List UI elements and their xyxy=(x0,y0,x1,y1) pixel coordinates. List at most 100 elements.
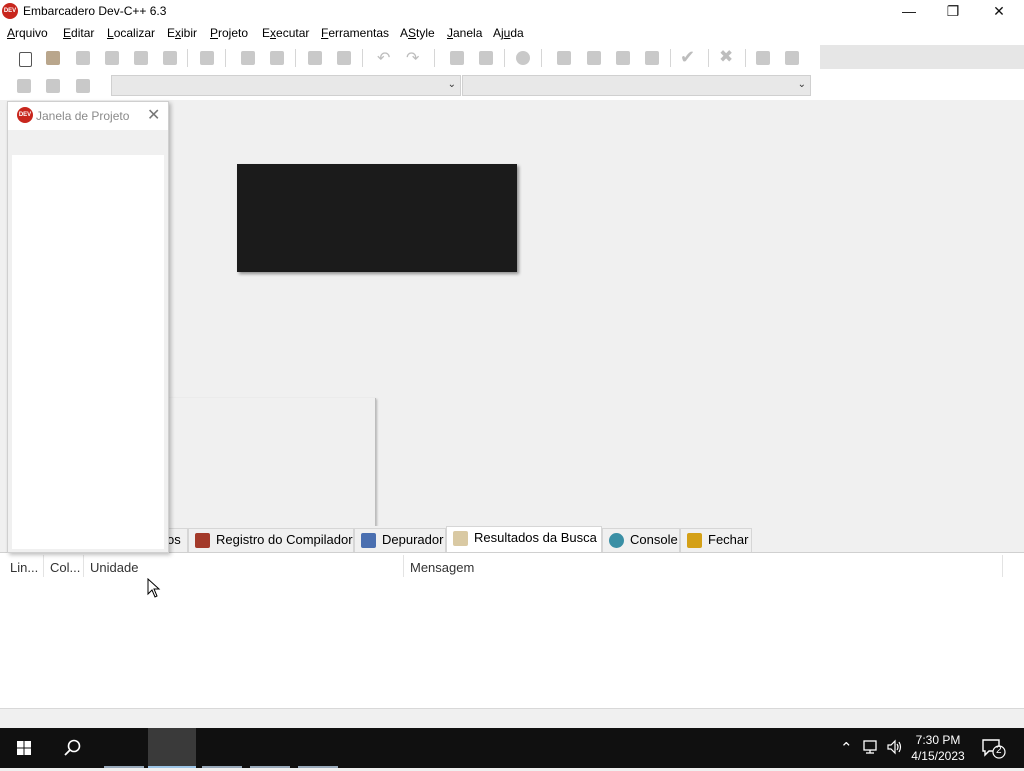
toolbar-separator xyxy=(745,49,746,67)
notification-icon xyxy=(982,739,1006,759)
search-icon xyxy=(64,739,81,756)
taskbar-app-devcpp[interactable] xyxy=(148,728,196,768)
close-all-icon[interactable] xyxy=(163,51,177,65)
save-icon[interactable] xyxy=(76,51,90,65)
column-divider[interactable] xyxy=(1002,555,1003,577)
show-hidden-icons-chevron-icon[interactable]: ⌃ xyxy=(840,739,853,757)
project-window-tabstrip xyxy=(8,130,168,154)
taskbar-app-4[interactable] xyxy=(246,728,294,768)
member-combobox[interactable]: ⌄ xyxy=(462,75,811,96)
minimize-button[interactable]: — xyxy=(886,0,932,22)
mouse-cursor-icon xyxy=(147,578,161,598)
tab-debugger[interactable]: Depurador xyxy=(354,528,446,552)
close-file-icon[interactable] xyxy=(134,51,148,65)
menu-janela[interactable]: Janela xyxy=(447,26,482,40)
window-title: Embarcadero Dev-C++ 6.3 xyxy=(23,4,167,18)
column-header-line[interactable]: Lin... xyxy=(10,560,38,575)
save-all-icon[interactable] xyxy=(105,51,119,65)
chevron-down-icon: ⌄ xyxy=(797,79,806,90)
secondary-toolbar: ⌄ ⌄ xyxy=(0,72,1024,100)
project-window[interactable]: DEV C++ Janela de Projeto ✕ xyxy=(7,101,169,553)
dev-cpp-app-icon[interactable]: DEV C++ xyxy=(2,3,18,30)
open-file-icon[interactable] xyxy=(46,51,60,65)
menu-ajuda[interactable]: Ajuda xyxy=(493,26,524,40)
menu-executar[interactable]: Executar xyxy=(262,26,309,40)
column-divider[interactable] xyxy=(83,555,84,577)
debug-icon[interactable] xyxy=(756,51,770,65)
debugger-icon xyxy=(361,533,376,548)
find-icon[interactable] xyxy=(450,51,464,65)
toolbar-separator xyxy=(434,49,435,67)
rebuild-icon[interactable] xyxy=(645,51,659,65)
column-divider[interactable] xyxy=(403,555,404,577)
syntax-check-icon[interactable]: ✔ xyxy=(680,47,695,68)
notification-center-button[interactable]: 2 xyxy=(980,736,1006,760)
project-window-header[interactable]: DEV C++ Janela de Projeto ✕ xyxy=(8,102,168,134)
search-results-list[interactable]: Lin... Col... Unidade Mensagem xyxy=(0,552,1024,708)
indent-icon[interactable] xyxy=(308,51,322,65)
close-panel-icon xyxy=(687,533,702,548)
close-icon[interactable]: ✕ xyxy=(147,105,160,125)
taskbar-app-3[interactable] xyxy=(198,728,246,768)
redo-icon[interactable]: ↷ xyxy=(406,48,419,68)
status-bar xyxy=(0,708,1024,729)
back-icon[interactable] xyxy=(46,79,60,93)
menu-ferramentas[interactable]: Ferramentas xyxy=(321,26,389,40)
profile-icon[interactable] xyxy=(785,51,799,65)
windows-logo-icon xyxy=(17,741,31,755)
column-header-col[interactable]: Col... xyxy=(50,560,80,575)
close-button[interactable]: ✕ xyxy=(976,0,1022,22)
toolbar-separator xyxy=(504,49,505,67)
restore-button[interactable]: ❐ xyxy=(930,0,976,22)
title-bar[interactable]: DEV C++ Embarcadero Dev-C++ 6.3 — ❐ ✕ xyxy=(0,0,1024,30)
compile-icon[interactable] xyxy=(557,51,571,65)
toolbar-separator xyxy=(362,49,363,67)
taskbar-app-5[interactable] xyxy=(294,728,342,768)
toolbar-separator xyxy=(541,49,542,67)
forward-icon[interactable] xyxy=(76,79,90,93)
menu-bar: Arquivo Editar Localizar Exibir Projeto … xyxy=(0,22,1024,44)
goto-line-icon[interactable] xyxy=(516,51,530,65)
menu-exibir[interactable]: Exibir xyxy=(167,26,197,40)
menu-editar[interactable]: Editar xyxy=(63,26,94,40)
undo-icon[interactable]: ↶ xyxy=(377,48,390,68)
replace-icon[interactable] xyxy=(479,51,493,65)
tab-search-results[interactable]: Resultados da Busca xyxy=(446,526,602,552)
dark-overlay-window xyxy=(237,164,517,272)
tab-close-panel[interactable]: Fechar xyxy=(680,528,752,552)
taskbar-app-1[interactable] xyxy=(100,728,148,768)
column-header-message[interactable]: Mensagem xyxy=(410,560,474,575)
print-icon[interactable] xyxy=(200,51,214,65)
start-button[interactable] xyxy=(0,728,48,768)
volume-icon[interactable] xyxy=(886,739,904,759)
network-icon[interactable] xyxy=(862,739,880,759)
menu-projeto[interactable]: Projeto xyxy=(210,26,248,40)
bookmark-icon[interactable] xyxy=(241,51,255,65)
tab-compiler-log[interactable]: Registro do Compilador xyxy=(188,528,354,552)
column-header-unit[interactable]: Unidade xyxy=(90,560,138,575)
menu-localizar[interactable]: Localizar xyxy=(107,26,155,40)
windows-taskbar: ⌃ 7:30 PM 4/15/2023 2 xyxy=(0,728,1024,768)
search-results-icon xyxy=(453,531,468,546)
project-tree[interactable] xyxy=(12,155,164,549)
chevron-down-icon: ⌄ xyxy=(447,79,456,90)
bookmark-next-icon[interactable] xyxy=(270,51,284,65)
toolbar-separator xyxy=(187,49,188,67)
project-window-title: Janela de Projeto xyxy=(36,109,130,123)
new-file-icon[interactable] xyxy=(19,52,32,67)
menu-astyle[interactable]: AStyle xyxy=(400,26,435,40)
class-combobox[interactable]: ⌄ xyxy=(111,75,461,96)
stop-execution-icon[interactable]: ✖ xyxy=(719,47,733,67)
toolbar-separator xyxy=(225,49,226,67)
taskbar-search-button[interactable] xyxy=(48,728,96,768)
dev-cpp-icon: DEV C++ xyxy=(17,107,33,134)
column-divider[interactable] xyxy=(43,555,44,577)
clock[interactable]: 7:30 PM 4/15/2023 xyxy=(906,732,970,764)
menu-arquivo[interactable]: Arquivo xyxy=(7,26,48,40)
new-class-icon[interactable] xyxy=(17,79,31,93)
run-icon[interactable] xyxy=(587,51,601,65)
unindent-icon[interactable] xyxy=(337,51,351,65)
tab-console[interactable]: Console xyxy=(602,528,680,552)
main-toolbar: ↶ ↷ ✔ ✖ xyxy=(0,44,1024,72)
compile-run-icon[interactable] xyxy=(616,51,630,65)
